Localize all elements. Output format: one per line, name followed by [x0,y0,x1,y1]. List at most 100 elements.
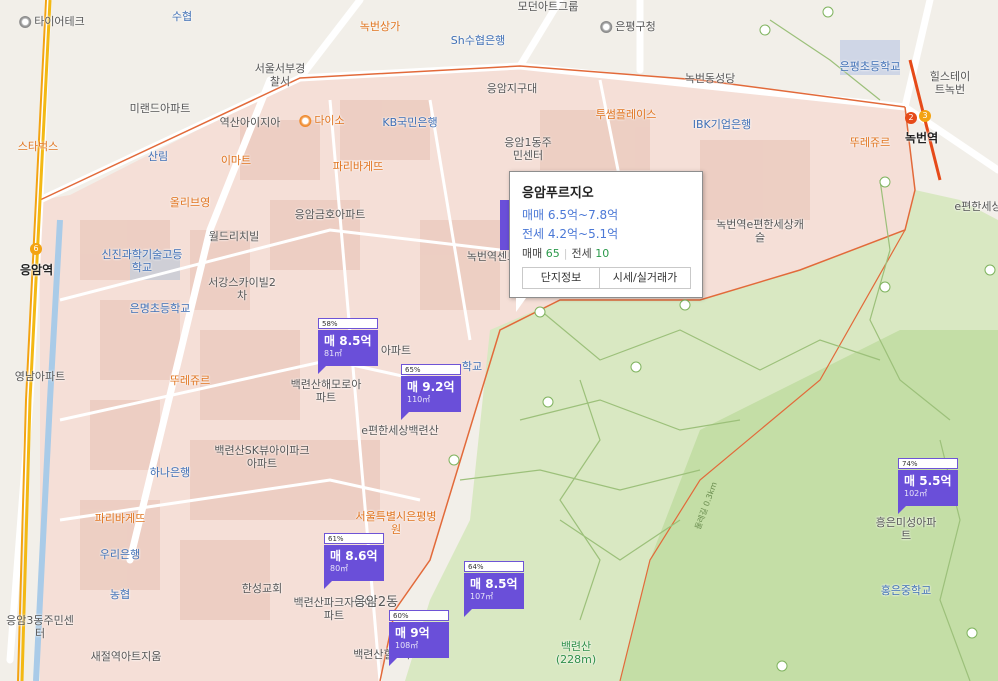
price-marker[interactable]: 61% 매 8.6억 80㎡ [324,533,386,589]
poi-eunpyeong-office[interactable]: ● 은평구청 [600,20,656,33]
poi-nokbeon-ecastle[interactable]: 녹번역e편한세상캐슬 [715,218,805,244]
station-eungam[interactable]: 응암역 [20,261,53,278]
poi-label: 미랜드아파트 [129,102,191,115]
poi-hana[interactable]: 하나은행 [150,466,190,479]
poi-yeongnam[interactable]: 영남아파트 [15,370,66,383]
poi-label: 역산아이지아 [219,116,281,129]
poi-saejeol[interactable]: 새절역아트지움 [91,650,162,663]
price-marker-percent: 65% [401,364,461,375]
price-marker-pointer [318,366,326,374]
price-marker[interactable]: 58% 매 8.5억 81㎡ [318,318,380,374]
poi-label: 응암지구대 [486,82,538,95]
station-nokbeon[interactable]: 녹번역 [905,129,938,146]
poi-label: 백련산(228m) [555,640,597,666]
poi-paris-1[interactable]: 파리바게뜨 [333,160,384,173]
poi-nokbeon-mall[interactable]: 녹번상가 [360,20,400,33]
poi-epyeon-baek[interactable]: e편한세상백련산 [360,424,440,437]
price-marker-area: 80㎡ [330,564,349,573]
poi-label: 응암2동 [353,595,399,610]
poi-kumho[interactable]: 응암금호아파트 [295,208,366,221]
poi-label: 영남아파트 [14,370,66,383]
poi-eungam3-center[interactable]: 응암3동주민센터 [5,614,75,640]
price-history-button[interactable]: 시세/실거래가 [599,267,691,289]
price-marker-pointer [898,506,906,514]
poi-apt-small[interactable]: 아파트 [381,344,411,357]
price-marker-area: 107㎡ [470,592,494,601]
price-marker-pointer [464,609,472,617]
poi-label: 응암3동주민센터 [6,614,74,640]
poi-starbucks[interactable]: 스타벅스 [18,140,58,153]
poi-label: 신진과학기술고등학교 [101,248,183,274]
poi-eungam-substation[interactable]: 응암지구대 [487,82,538,95]
price-marker-percent: 60% [389,610,449,621]
poi-suhyup[interactable]: 수협 [172,10,192,23]
poi-tlj-2[interactable]: 뚜레쥬르 [170,374,210,387]
divider: | [563,247,568,260]
sale-count: 65 [545,247,560,260]
poi-label: 스타벅스 [17,140,59,153]
poi-kb[interactable]: KB국민은행 [382,116,437,129]
poi-ibk[interactable]: IBK기업은행 [693,118,751,131]
poi-hillstate[interactable]: 힐스테이트녹번 [925,70,975,96]
price-marker[interactable]: 60% 매 9억 108㎡ [389,610,451,666]
poi-oliveyoung[interactable]: 올리브영 [170,196,210,209]
sale-count-label: 매매 [522,247,543,260]
line-exit-badge: 2 [905,112,917,124]
price-marker[interactable]: 65% 매 9.2억 110㎡ [401,364,463,420]
complex-info-button[interactable]: 단지정보 [522,267,600,289]
popup-pointer [516,298,526,312]
poi-mirand[interactable]: 미랜드아파트 [130,102,191,115]
poi-label: KB국민은행 [382,116,438,129]
poi-tlj-1[interactable]: 뚜레쥬르 [850,136,890,149]
store-icon: ● [299,115,312,127]
poi-emart[interactable]: 이마트 [221,154,251,167]
poi-tire-tech[interactable]: ● 타이어테크 [19,15,85,28]
price-marker-price: 매 8.5억 [470,577,518,591]
price-marker[interactable]: 64% 매 8.5억 107㎡ [464,561,526,617]
poi-sanlim[interactable]: 산림 [148,150,168,163]
listing-counts: 매매 65 | 전세 10 [522,245,609,261]
poi-baekryeon-mountain[interactable]: 백련산(228m) [546,640,606,666]
poi-hemoro[interactable]: 백련산해모로아파트 [286,378,366,404]
poi-e-side[interactable]: e편한세상 [954,200,998,213]
poi-label: 뚜레쥬르 [849,136,891,149]
poi-church[interactable]: 녹번동성당 [685,72,736,85]
poi-sh-suhyup[interactable]: Sh수협은행 [451,34,505,47]
poi-modern-art[interactable]: 모던아트그룹 [518,0,579,13]
poi-twosome[interactable]: 투썸플레이스 [596,108,657,121]
price-marker-pointer [401,412,409,420]
poi-nh[interactable]: 농협 [110,588,130,601]
poi-label: 녹번동성당 [684,72,736,85]
poi-daiso[interactable]: ● 다이소 [299,114,345,127]
poi-sk-view[interactable]: 백련산SK뷰아이파크아파트 [212,444,312,470]
poi-police[interactable]: 서울서부경찰서 [250,62,310,88]
poi-worldrich[interactable]: 월드리치빌 [209,230,260,243]
poi-woori[interactable]: 우리은행 [100,548,140,561]
poi-heungeun-misung[interactable]: 흥은미성아파트 [871,516,941,542]
poi-eungam2[interactable]: 응암2동 [354,596,398,609]
poi-eunpyeong-school[interactable]: 은평초등학교 [840,60,901,73]
poi-hongeun-middle[interactable]: 홍은중학교 [881,584,932,597]
complex-popup: 응암푸르지오 매매 6.5억~7.8억 전세 4.2억~5.1억 매매 65 | 전… [509,171,703,312]
poi-label: 응암금호아파트 [294,208,366,221]
price-marker-pointer [324,581,332,589]
poi-label: 은평초등학교 [839,60,901,73]
price-marker-price: 매 9억 [395,626,430,640]
poi-label: 백련산해모로아파트 [290,378,362,404]
poi-label: 백련산SK뷰아이파크아파트 [214,444,310,470]
poi-hansung-church[interactable]: 한성교회 [242,582,282,595]
poi-sinjin-school[interactable]: 신진과학기술고등학교 [97,248,187,274]
price-marker-price: 매 8.6억 [330,549,378,563]
poi-yeoksan[interactable]: 역산아이지아 [220,116,281,129]
price-marker-area: 108㎡ [395,641,419,650]
poi-paris-2[interactable]: 파리바게뜨 [95,512,146,525]
price-marker-price: 매 9.2억 [407,380,455,394]
poi-eungam1-center[interactable]: 응암1동주민센터 [503,136,553,162]
poi-label: 산림 [147,150,169,163]
price-marker[interactable]: 74% 매 5.5억 102㎡ [898,458,960,514]
poi-school-small[interactable]: 학교 [462,360,482,373]
poi-label: 응암1동주민센터 [504,136,552,162]
poi-eunmyeong-school[interactable]: 은명초등학교 [130,302,191,315]
poi-label: 은명초등학교 [129,302,191,315]
poi-seogang-sky[interactable]: 서강스카이빌2차 [207,276,277,302]
